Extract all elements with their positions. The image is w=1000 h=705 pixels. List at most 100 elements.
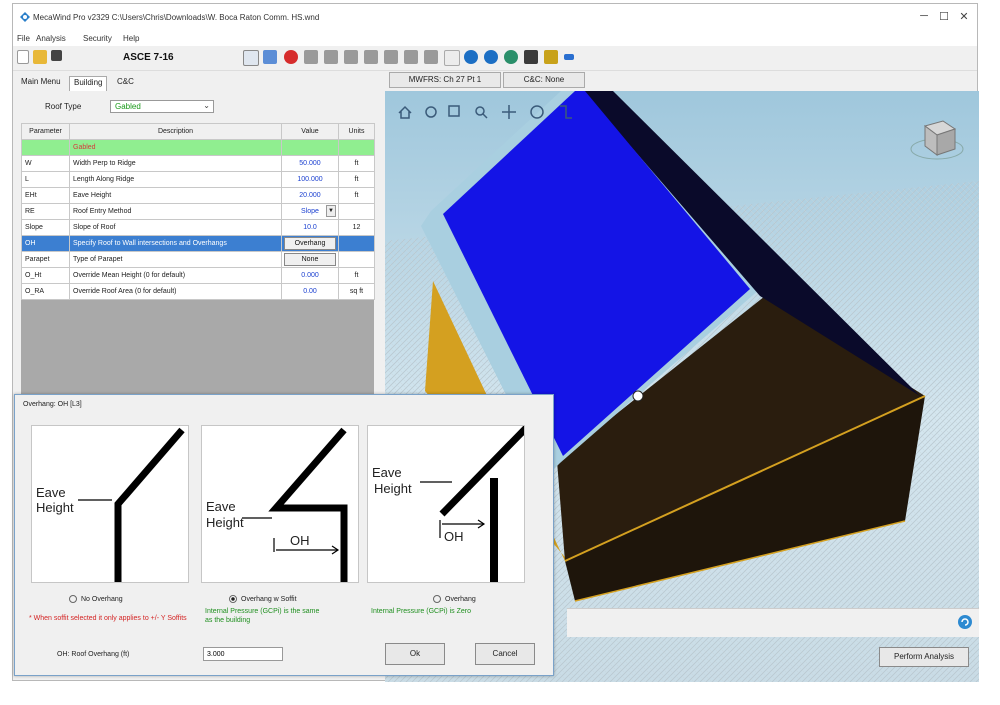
radio-no-overhang[interactable]: No Overhang bbox=[69, 595, 123, 603]
oh-label: OH bbox=[444, 529, 464, 544]
save-icon[interactable] bbox=[51, 50, 62, 61]
value-cell[interactable]: 20.000 bbox=[281, 187, 339, 204]
column-header: Units bbox=[338, 123, 375, 140]
dropdown-arrow-icon[interactable]: ▼ bbox=[326, 205, 336, 217]
menu-file[interactable]: File bbox=[17, 34, 30, 43]
open-folder-icon[interactable] bbox=[33, 50, 47, 64]
table-row[interactable]: Parapet Type of Parapet None bbox=[21, 251, 375, 268]
minimize-button[interactable]: ─ bbox=[917, 10, 931, 22]
param-cell: O_Ht bbox=[21, 267, 70, 284]
units-cell: ft bbox=[338, 187, 375, 204]
value-cell[interactable]: 100.000 bbox=[281, 171, 339, 188]
building-view-6-icon[interactable] bbox=[404, 50, 418, 64]
building-view-4-icon[interactable] bbox=[364, 50, 378, 64]
calculate-icon[interactable] bbox=[263, 50, 277, 64]
param-cell: Parapet bbox=[21, 251, 70, 268]
building-view-7-icon[interactable] bbox=[424, 50, 438, 64]
overhang-dialog: Overhang: OH [L3] Eave Height Eave Heigh… bbox=[14, 394, 554, 676]
radio-overhang-soffit[interactable]: Overhang w Soffit bbox=[229, 595, 297, 603]
roof-overhang-input[interactable] bbox=[203, 647, 283, 661]
param-cell: O_RA bbox=[21, 283, 70, 300]
oh-label: OH bbox=[290, 533, 310, 548]
column-header: Description bbox=[69, 123, 282, 140]
soffit-note: * When soffit selected it only applies t… bbox=[29, 615, 187, 622]
cancel-button[interactable]: Cancel bbox=[475, 643, 535, 665]
stop-icon[interactable] bbox=[284, 50, 298, 64]
desc-cell: Specify Roof to Wall intersections and O… bbox=[69, 235, 282, 252]
tab-cc[interactable]: C&C bbox=[113, 76, 138, 90]
dialog-title: Overhang: OH [L3] bbox=[23, 401, 82, 408]
radio-label: Overhang w Soffit bbox=[241, 595, 297, 603]
parapet-button[interactable]: None bbox=[284, 253, 336, 266]
status-strip bbox=[567, 608, 979, 637]
dash-icon[interactable] bbox=[564, 54, 574, 60]
overhang-diagram[interactable]: Eave Height OH bbox=[367, 423, 531, 583]
radio-circle-icon bbox=[69, 595, 77, 603]
table-header-row: Parameter Description Value Units bbox=[21, 123, 375, 140]
refresh-icon[interactable] bbox=[957, 614, 973, 630]
units-cell: ft bbox=[338, 155, 375, 172]
trash-icon[interactable] bbox=[544, 50, 558, 64]
roof-type-label: Roof Type bbox=[45, 102, 82, 111]
table-row[interactable]: Slope Slope of Roof 10.0 12 bbox=[21, 219, 375, 236]
table-row[interactable]: EHt Eave Height 20.000 ft bbox=[21, 187, 375, 204]
roof-entry-dropdown[interactable]: Slope ▼ bbox=[281, 203, 339, 220]
database-icon[interactable] bbox=[524, 50, 538, 64]
table-row[interactable]: O_Ht Override Mean Height (0 for default… bbox=[21, 267, 375, 284]
overhang-soffit-diagram[interactable]: Eave Height OH bbox=[201, 425, 359, 583]
section-cell bbox=[21, 139, 70, 156]
column-header: Value bbox=[281, 123, 339, 140]
radio-overhang[interactable]: Overhang bbox=[433, 595, 476, 603]
standard-label: ASCE 7-16 bbox=[123, 52, 174, 63]
height-label: Height bbox=[374, 481, 412, 496]
menu-bar: File Analysis Security Help bbox=[13, 31, 977, 46]
roof-type-select[interactable]: Gabled ⌄ bbox=[110, 100, 214, 113]
building-view-2-icon[interactable] bbox=[324, 50, 338, 64]
ok-button[interactable]: Ok bbox=[385, 643, 445, 665]
new-file-icon[interactable] bbox=[17, 50, 29, 64]
table-row[interactable]: W Width Perp to Ridge 50.000 ft bbox=[21, 155, 375, 172]
tab-mwfrs[interactable]: MWFRS: Ch 27 Pt 1 bbox=[389, 72, 501, 88]
globe-icon[interactable] bbox=[464, 50, 478, 64]
tab-building[interactable]: Building bbox=[69, 76, 108, 91]
web-icon[interactable] bbox=[504, 50, 518, 64]
param-cell: RE bbox=[21, 203, 70, 220]
value-cell[interactable]: 0.000 bbox=[281, 267, 339, 284]
close-button[interactable]: ✕ bbox=[957, 10, 971, 23]
window-title: MecaWind Pro v2329 C:\Users\Chris\Downlo… bbox=[33, 13, 320, 22]
overhang-button[interactable]: Overhang bbox=[284, 237, 336, 250]
maximize-button[interactable]: ☐ bbox=[937, 10, 951, 23]
roof-type-value: Gabled bbox=[115, 102, 141, 111]
table-row-selected[interactable]: OH Specify Roof to Wall intersections an… bbox=[21, 235, 375, 252]
perform-analysis-button[interactable]: Perform Analysis bbox=[879, 647, 969, 667]
report-icon[interactable] bbox=[243, 50, 259, 66]
help-icon[interactable] bbox=[484, 50, 498, 64]
value-cell[interactable]: 0.00 bbox=[281, 283, 339, 300]
no-overhang-diagram[interactable]: Eave Height bbox=[31, 425, 189, 583]
menu-help[interactable]: Help bbox=[123, 34, 139, 43]
building-view-5-icon[interactable] bbox=[384, 50, 398, 64]
building-view-1-icon[interactable] bbox=[304, 50, 318, 64]
eave-label: Eave bbox=[206, 499, 236, 514]
desc-cell: Slope of Roof bbox=[69, 219, 282, 236]
tab-main-menu[interactable]: Main Menu bbox=[17, 76, 65, 90]
table-row[interactable]: O_RA Override Roof Area (0 for default) … bbox=[21, 283, 375, 300]
table-row[interactable]: RE Roof Entry Method Slope ▼ bbox=[21, 203, 375, 220]
tab-cc-view[interactable]: C&C: None bbox=[503, 72, 585, 88]
desc-cell: Width Perp to Ridge bbox=[69, 155, 282, 172]
height-label: Height bbox=[36, 500, 74, 515]
menu-security[interactable]: Security bbox=[83, 34, 112, 43]
roof-overhang-label: OH: Roof Overhang (ft) bbox=[57, 651, 130, 658]
desc-cell: Length Along Ridge bbox=[69, 171, 282, 188]
section-cell bbox=[281, 139, 339, 156]
building-view-3-icon[interactable] bbox=[344, 50, 358, 64]
table-row[interactable]: L Length Along Ridge 100.000 ft bbox=[21, 171, 375, 188]
param-cell: Slope bbox=[21, 219, 70, 236]
value-cell[interactable]: 10.0 bbox=[281, 219, 339, 236]
table-icon[interactable] bbox=[444, 50, 460, 66]
parameter-table: Parameter Description Value Units Gabled… bbox=[21, 123, 375, 300]
menu-analysis[interactable]: Analysis bbox=[36, 34, 66, 43]
value-cell[interactable]: 50.000 bbox=[281, 155, 339, 172]
param-cell: W bbox=[21, 155, 70, 172]
param-cell: L bbox=[21, 171, 70, 188]
